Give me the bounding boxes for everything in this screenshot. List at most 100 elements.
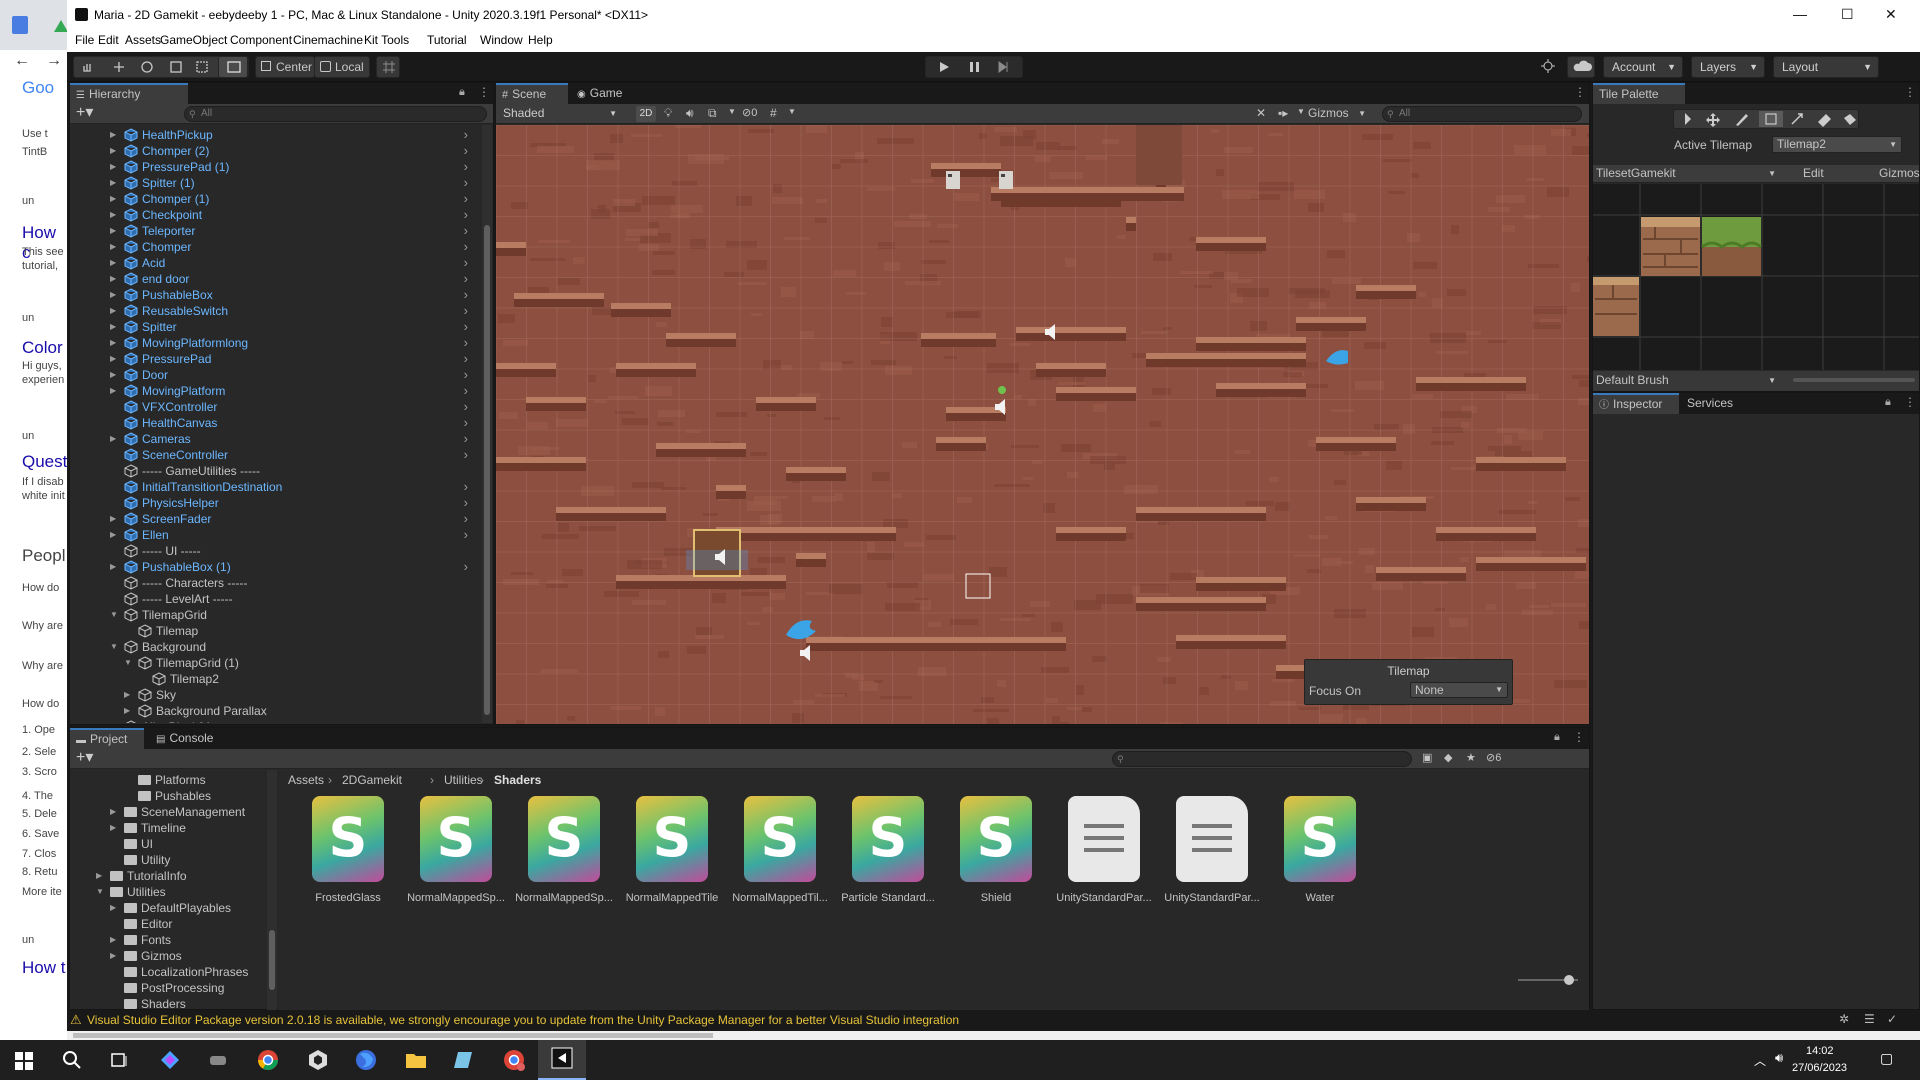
hierarchy-item[interactable]: ▶ PressurePad › [70, 351, 480, 367]
hierarchy-item[interactable]: ▼ TilemapGrid (1) [70, 655, 480, 671]
chevron-right-icon[interactable]: › [464, 287, 468, 303]
expand-right-icon[interactable]: ▶ [110, 207, 120, 223]
chevron-right-icon[interactable]: › [464, 319, 468, 335]
chevron-down-icon[interactable]: ▼ [1297, 107, 1305, 116]
expand-right-icon[interactable]: ▶ [110, 948, 116, 964]
scrollbar-thumb[interactable] [269, 930, 275, 990]
hierarchy-item[interactable]: ▶ ReusableSwitch › [70, 303, 480, 319]
project-folder[interactable]: UI [70, 836, 266, 852]
chevron-right-icon[interactable]: › [464, 495, 468, 511]
grid-snap-icon[interactable]: # [770, 106, 777, 120]
hierarchy-item[interactable]: ----- UI ----- [70, 543, 480, 559]
expand-right-icon[interactable]: ▶ [110, 287, 120, 303]
hierarchy-item[interactable]: SceneController › [70, 447, 480, 463]
drive-icon[interactable] [54, 18, 67, 32]
chevron-right-icon[interactable]: › [464, 127, 468, 143]
document-asset[interactable]: UnityStandardPar... [1054, 796, 1154, 904]
chevron-down-icon[interactable]: ▼ [728, 107, 736, 116]
firefox-icon[interactable] [354, 1048, 378, 1072]
expand-down-icon[interactable]: ▼ [96, 884, 104, 900]
minimize-button[interactable]: — [1793, 6, 1807, 22]
filter-label-icon[interactable]: ◆ [1444, 751, 1452, 764]
palette-gizmos-button[interactable]: Gizmos [1879, 166, 1920, 180]
hierarchy-item[interactable]: PhysicsHelper › [70, 495, 480, 511]
pivot-local-toggle[interactable]: Local [314, 56, 370, 78]
horizontal-scrollbar[interactable] [67, 1031, 1920, 1040]
hierarchy-item[interactable]: ▶ Sky [70, 687, 480, 703]
chevron-right-icon[interactable]: › [464, 207, 468, 223]
hierarchy-scrollbar[interactable] [482, 125, 492, 723]
hierarchy-item[interactable]: ▶ Spitter › [70, 319, 480, 335]
project-folder[interactable]: Shaders [70, 996, 266, 1010]
shader-asset[interactable]: S Water [1270, 796, 1370, 904]
expand-right-icon[interactable]: ▶ [110, 335, 120, 351]
project-search-input[interactable]: ⚲ [1112, 751, 1412, 767]
more-menu-icon[interactable]: ⋮ [478, 85, 490, 99]
brush-splitter[interactable] [1793, 378, 1915, 382]
lock-icon[interactable]: 🔒︎ [1554, 731, 1560, 744]
hierarchy-item[interactable]: ▶ Cameras › [70, 431, 480, 447]
hidden-objects-toggle[interactable]: ⊘0 [742, 106, 757, 119]
hierarchy-item[interactable]: ----- GameUtilities ----- [70, 463, 480, 479]
expand-down-icon[interactable]: ▼ [110, 639, 120, 655]
volume-icon[interactable]: 🔊︎ [1775, 1050, 1783, 1066]
tools-icon[interactable]: ✕ [1256, 106, 1266, 120]
chevron-down-icon[interactable]: ▼ [788, 107, 796, 116]
docs-icon[interactable] [12, 16, 28, 34]
zoom-slider[interactable] [1518, 975, 1578, 985]
menu-assets[interactable]: Assets [125, 33, 161, 47]
tab-console[interactable]: ▤ Console [150, 728, 230, 749]
favorite-icon[interactable]: ★ [1466, 751, 1476, 764]
chevron-right-icon[interactable]: › [464, 511, 468, 527]
more-menu-icon[interactable]: ⋮ [1574, 85, 1586, 99]
expand-right-icon[interactable]: ▶ [110, 383, 120, 399]
project-folder[interactable]: ▶ Fonts [70, 932, 266, 948]
focus-on-dropdown[interactable]: None ▼ [1410, 682, 1508, 698]
expand-right-icon[interactable]: ▶ [110, 239, 120, 255]
project-folder[interactable]: ▶ Gizmos [70, 948, 266, 964]
back-icon[interactable]: ← [14, 52, 30, 70]
chevron-right-icon[interactable]: › [464, 175, 468, 191]
tab-game[interactable]: ◉ Game [571, 83, 637, 104]
chevron-right-icon[interactable]: › [464, 559, 468, 575]
expand-right-icon[interactable]: ▶ [110, 367, 120, 383]
menu-component[interactable]: Component [230, 33, 292, 47]
lock-icon[interactable]: 🔒︎ [459, 86, 465, 99]
expand-right-icon[interactable]: ▶ [110, 159, 120, 175]
shader-asset[interactable]: S Shield [946, 796, 1046, 904]
expand-down-icon[interactable]: ▼ [110, 607, 120, 623]
expand-right-icon[interactable]: ▶ [110, 143, 120, 159]
clock-time[interactable]: 14:02 [1806, 1045, 1834, 1057]
project-tree-scrollbar[interactable] [267, 770, 277, 1010]
expand-right-icon[interactable]: ▶ [110, 527, 120, 543]
breadcrumb-item[interactable]: Assets [288, 773, 324, 787]
chevron-right-icon[interactable]: › [464, 159, 468, 175]
menu-kit-tools[interactable]: Kit Tools [364, 33, 409, 47]
lock-icon[interactable]: 🔒︎ [1885, 396, 1891, 409]
create-icon[interactable]: +▾ [76, 749, 93, 767]
hierarchy-item[interactable]: ▶ Chomper (1) › [70, 191, 480, 207]
gizmos-dropdown[interactable]: Gizmos ▼ [1308, 105, 1366, 122]
shader-asset[interactable]: S NormalMappedSp... [514, 796, 614, 904]
breadcrumb-item[interactable]: 2DGamekit [342, 773, 402, 787]
menu-gameobject[interactable]: GameObject [160, 33, 227, 47]
project-folder[interactable]: ▶ SceneManagement [70, 804, 266, 820]
draw-mode-dropdown[interactable]: Shaded ▼ [499, 105, 621, 122]
expand-right-icon[interactable]: ▶ [110, 319, 120, 335]
chevron-right-icon[interactable]: › [464, 383, 468, 399]
expand-right-icon[interactable]: ▶ [110, 271, 120, 287]
tab-tile-palette[interactable]: Tile Palette [1593, 83, 1685, 104]
hierarchy-item[interactable]: ▶ Chomper › [70, 239, 480, 255]
scene-viewport[interactable]: Tilemap Focus On None ▼ [496, 125, 1589, 724]
hierarchy-item[interactable]: ▶ HealthPickup › [70, 127, 480, 143]
expand-right-icon[interactable]: ▶ [124, 703, 134, 719]
expand-right-icon[interactable]: ▶ [96, 868, 102, 884]
expand-right-icon[interactable]: ▶ [110, 932, 116, 948]
palette-dropdown[interactable]: TilesetGamekit ▼ [1596, 165, 1786, 182]
chevron-right-icon[interactable]: › [464, 335, 468, 351]
expand-right-icon[interactable]: ▶ [110, 820, 116, 836]
chevron-right-icon[interactable]: › [464, 479, 468, 495]
expand-down-icon[interactable]: ▼ [124, 655, 134, 671]
hierarchy-item[interactable]: ▶ Ellen › [70, 527, 480, 543]
expand-right-icon[interactable]: ▶ [110, 191, 120, 207]
